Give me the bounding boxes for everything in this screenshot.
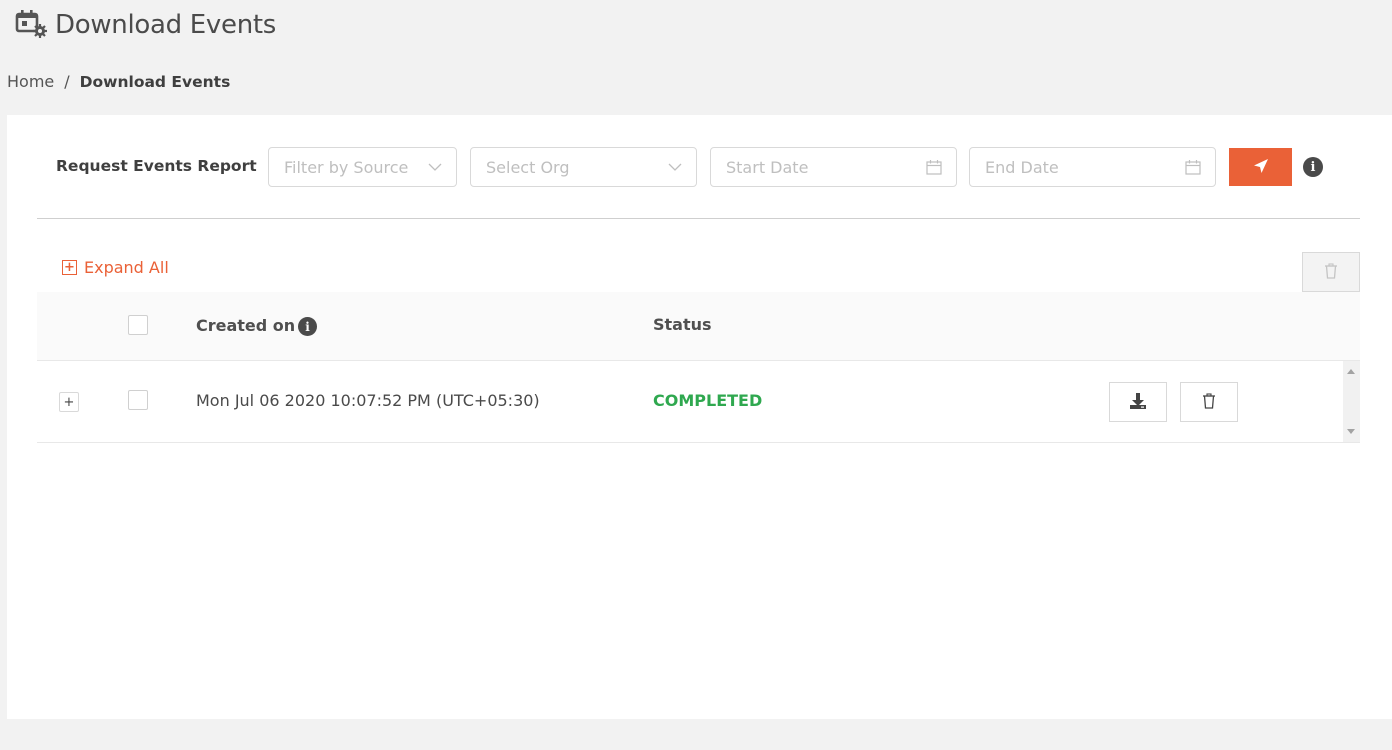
breadcrumb-current: Download Events — [79, 72, 231, 91]
calendar-icon — [1185, 159, 1201, 175]
paper-plane-icon — [1253, 158, 1269, 177]
breadcrumb: Home / Download Events — [7, 72, 230, 91]
events-card: Request Events Report Filter by Source S… — [7, 115, 1392, 719]
column-header-created-on: Created on — [196, 316, 296, 335]
row-expand-button[interactable]: + — [59, 392, 79, 412]
info-icon[interactable]: i — [1303, 157, 1323, 177]
breadcrumb-separator: / — [64, 72, 70, 91]
end-date-placeholder: End Date — [985, 157, 1059, 177]
start-date-placeholder: Start Date — [726, 157, 809, 177]
page-title: Download Events — [55, 10, 277, 40]
select-all-checkbox[interactable] — [128, 315, 148, 335]
trash-icon — [1324, 262, 1338, 282]
page-header: Download Events — [15, 8, 276, 42]
download-button[interactable] — [1109, 382, 1167, 422]
row-checkbox[interactable] — [128, 390, 148, 410]
org-select-placeholder: Select Org — [486, 157, 570, 177]
chevron-down-icon — [668, 163, 682, 172]
scroll-down-arrow-icon[interactable] — [1347, 429, 1355, 434]
info-icon[interactable]: i — [298, 317, 317, 336]
column-header-status: Status — [653, 315, 712, 334]
filter-label: Request Events Report — [56, 157, 257, 175]
start-date-picker[interactable]: Start Date — [710, 147, 957, 187]
bulk-delete-button[interactable] — [1302, 252, 1360, 292]
status-badge: COMPLETED — [653, 391, 763, 410]
filter-row: Request Events Report Filter by Source S… — [7, 147, 1392, 187]
expand-all-label: Expand All — [84, 258, 169, 277]
table-body: + Mon Jul 06 2020 10:07:52 PM (UTC+05:30… — [37, 361, 1360, 443]
source-filter-select[interactable]: Filter by Source — [268, 147, 457, 187]
trash-icon — [1202, 392, 1216, 412]
calendar-icon — [926, 159, 942, 175]
breadcrumb-home-link[interactable]: Home — [7, 72, 54, 91]
calendar-gear-icon — [15, 8, 49, 42]
table-header: Created on i Status — [37, 292, 1360, 361]
org-select[interactable]: Select Org — [470, 147, 697, 187]
expand-all-button[interactable]: + Expand All — [62, 258, 169, 277]
source-filter-placeholder: Filter by Source — [284, 157, 409, 177]
chevron-down-icon — [428, 163, 442, 172]
divider — [37, 218, 1360, 219]
plus-square-icon: + — [62, 260, 77, 275]
table-scrollbar[interactable] — [1343, 361, 1360, 442]
created-on-cell: Mon Jul 06 2020 10:07:52 PM (UTC+05:30) — [196, 391, 540, 410]
end-date-picker[interactable]: End Date — [969, 147, 1216, 187]
download-icon — [1129, 392, 1147, 413]
delete-row-button[interactable] — [1180, 382, 1238, 422]
request-report-button[interactable] — [1229, 148, 1292, 186]
scroll-up-arrow-icon[interactable] — [1347, 369, 1355, 374]
